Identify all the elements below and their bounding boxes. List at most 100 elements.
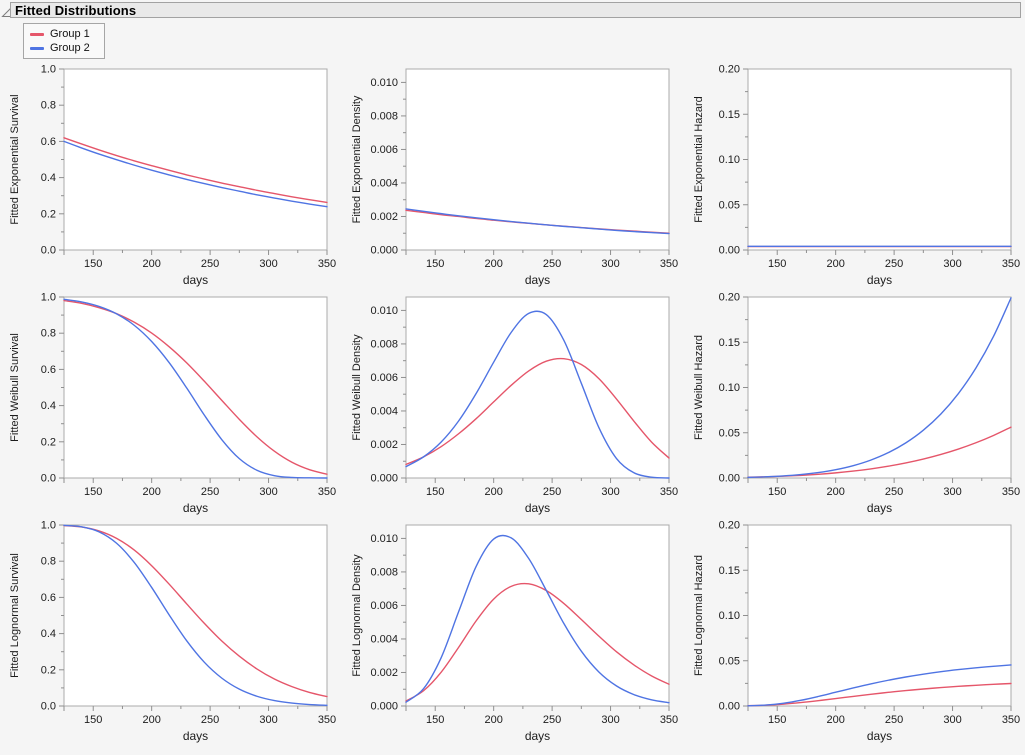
- fitted-lognormal-density-y-tick-label: 0.006: [370, 600, 398, 612]
- fitted-exponential-density-y-tick-label: 0.010: [370, 77, 398, 89]
- legend-label-group2: Group 2: [50, 42, 90, 54]
- fitted-weibull-survival-y-tick-label: 0.4: [41, 400, 56, 412]
- plot-fitted-exponential-survival: 0.00.20.40.60.81.0150200250300350Fitted …: [0, 62, 342, 290]
- fitted-weibull-hazard-y-axis-label: Fitted Weibull Hazard: [693, 335, 705, 440]
- fitted-weibull-hazard-y-tick-label: 0.20: [719, 292, 740, 304]
- fitted-weibull-survival-x-tick-label: 300: [259, 486, 277, 498]
- page-title: Fitted Distributions: [15, 3, 136, 18]
- fitted-exponential-density-x-tick-label: 350: [660, 258, 678, 270]
- fitted-weibull-density-y-tick-label: 0.006: [370, 372, 398, 384]
- fitted-exponential-survival-x-tick-label: 150: [84, 258, 102, 270]
- fitted-lognormal-hazard-x-tick-label: 200: [826, 714, 844, 726]
- fitted-weibull-hazard-y-tick-label: 0.10: [719, 382, 740, 394]
- fitted-weibull-survival-y-tick-label: 0.8: [41, 328, 56, 340]
- fitted-exponential-density-y-tick-label: 0.000: [370, 245, 398, 257]
- fitted-weibull-hazard-x-tick-label: 350: [1002, 486, 1020, 498]
- fitted-weibull-survival-x-tick-label: 350: [318, 486, 336, 498]
- fitted-lognormal-hazard-x-axis-label: days: [867, 729, 892, 743]
- fitted-weibull-density-x-tick-label: 250: [543, 486, 561, 498]
- fitted-weibull-hazard-canvas: 0.000.050.100.150.20150200250300350Fitte…: [684, 290, 1025, 518]
- fitted-exponential-hazard-x-tick-label: 350: [1002, 258, 1020, 270]
- fitted-exponential-hazard-y-tick-label: 0.05: [719, 199, 740, 211]
- fitted-exponential-survival-y-tick-label: 1.0: [41, 64, 56, 76]
- fitted-exponential-survival-x-tick-label: 250: [201, 258, 219, 270]
- fitted-exponential-density-x-tick-label: 250: [543, 258, 561, 270]
- fitted-weibull-hazard-y-tick-label: 0.05: [719, 427, 740, 439]
- fitted-exponential-hazard-canvas: 0.000.050.100.150.20150200250300350Fitte…: [684, 62, 1025, 290]
- fitted-weibull-density-y-tick-label: 0.010: [370, 305, 398, 317]
- fitted-exponential-hazard-x-tick-label: 150: [768, 258, 786, 270]
- fitted-weibull-hazard-y-tick-label: 0.00: [719, 473, 740, 485]
- fitted-lognormal-survival-x-tick-label: 300: [259, 714, 277, 726]
- fitted-lognormal-density-canvas: 0.0000.0020.0040.0060.0080.0101502002503…: [342, 518, 684, 746]
- fitted-lognormal-density-y-tick-label: 0.008: [370, 566, 398, 578]
- fitted-weibull-density-y-tick-label: 0.000: [370, 473, 398, 485]
- fitted-weibull-hazard-x-axis-label: days: [867, 501, 892, 515]
- fitted-weibull-density-x-tick-label: 200: [484, 486, 502, 498]
- legend-item-group1[interactable]: Group 1: [30, 27, 100, 41]
- fitted-lognormal-density-y-tick-label: 0.004: [370, 633, 398, 645]
- fitted-exponential-density-y-tick-label: 0.002: [370, 211, 398, 223]
- plot-fitted-exponential-hazard: 0.000.050.100.150.20150200250300350Fitte…: [684, 62, 1025, 290]
- fitted-weibull-hazard-x-tick-label: 300: [943, 486, 961, 498]
- fitted-weibull-density-x-tick-label: 350: [660, 486, 678, 498]
- fitted-lognormal-survival-x-tick-label: 200: [142, 714, 160, 726]
- fitted-exponential-survival-x-axis-label: days: [183, 273, 208, 287]
- fitted-exponential-survival-x-tick-label: 350: [318, 258, 336, 270]
- fitted-lognormal-hazard-x-tick-label: 350: [1002, 714, 1020, 726]
- fitted-lognormal-hazard-x-tick-label: 300: [943, 714, 961, 726]
- fitted-lognormal-survival-x-tick-label: 350: [318, 714, 336, 726]
- fitted-exponential-density-canvas: 0.0000.0020.0040.0060.0080.0101502002503…: [342, 62, 684, 290]
- fitted-lognormal-density-y-tick-label: 0.000: [370, 701, 398, 713]
- fitted-exponential-survival-y-axis-label: Fitted Exponential Survival: [9, 94, 21, 224]
- fitted-exponential-density-y-tick-label: 0.006: [370, 144, 398, 156]
- fitted-lognormal-survival-canvas: 0.00.20.40.60.81.0150200250300350Fitted …: [0, 518, 342, 746]
- fitted-lognormal-hazard-y-tick-label: 0.20: [719, 520, 740, 532]
- fitted-weibull-hazard-x-tick-label: 200: [826, 486, 844, 498]
- legend-item-group2[interactable]: Group 2: [30, 41, 100, 55]
- fitted-weibull-survival-x-axis-label: days: [183, 501, 208, 515]
- fitted-exponential-hazard-y-axis-label: Fitted Exponential Hazard: [693, 96, 705, 223]
- fitted-weibull-hazard-y-tick-label: 0.15: [719, 337, 740, 349]
- plot-fitted-weibull-hazard: 0.000.050.100.150.20150200250300350Fitte…: [684, 290, 1025, 518]
- group1-line-swatch: [30, 33, 44, 36]
- fitted-exponential-hazard-y-tick-label: 0.10: [719, 154, 740, 166]
- fitted-exponential-density-x-tick-label: 200: [484, 258, 502, 270]
- report-window: Fitted Distributions Group 1 Group 2 0.0…: [0, 0, 1025, 755]
- fitted-weibull-density-x-tick-label: 300: [601, 486, 619, 498]
- fitted-exponential-density-x-axis-label: days: [525, 273, 550, 287]
- outline-header[interactable]: Fitted Distributions: [10, 2, 1021, 18]
- fitted-weibull-hazard-x-tick-label: 250: [885, 486, 903, 498]
- fitted-weibull-survival-y-axis-label: Fitted Weibull Survival: [9, 333, 21, 442]
- fitted-exponential-density-y-tick-label: 0.008: [370, 110, 398, 122]
- fitted-lognormal-density-y-tick-label: 0.002: [370, 667, 398, 679]
- fitted-exponential-survival-y-tick-label: 0.0: [41, 245, 56, 257]
- fitted-lognormal-density-x-tick-label: 250: [543, 714, 561, 726]
- fitted-lognormal-hazard-y-tick-label: 0.10: [719, 610, 740, 622]
- fitted-exponential-density-y-axis-label: Fitted Exponential Density: [351, 95, 363, 223]
- fitted-weibull-density-y-tick-label: 0.004: [370, 405, 398, 417]
- fitted-weibull-survival-y-tick-label: 0.6: [41, 364, 56, 376]
- plot-fitted-lognormal-hazard: 0.000.050.100.150.20150200250300350Fitte…: [684, 518, 1025, 746]
- plot-fitted-weibull-survival: 0.00.20.40.60.81.0150200250300350Fitted …: [0, 290, 342, 518]
- plot-fitted-weibull-density: 0.0000.0020.0040.0060.0080.0101502002503…: [342, 290, 684, 518]
- fitted-exponential-hazard-x-tick-label: 200: [826, 258, 844, 270]
- fitted-weibull-density-y-tick-label: 0.002: [370, 439, 398, 451]
- fitted-exponential-hazard-x-tick-label: 250: [885, 258, 903, 270]
- fitted-lognormal-survival-x-tick-label: 150: [84, 714, 102, 726]
- fitted-weibull-survival-x-tick-label: 200: [142, 486, 160, 498]
- fitted-exponential-hazard-y-tick-label: 0.15: [719, 109, 740, 121]
- fitted-lognormal-hazard-y-axis-label: Fitted Lognormal Hazard: [693, 555, 705, 676]
- fitted-lognormal-density-x-tick-label: 150: [426, 714, 444, 726]
- fitted-weibull-survival-canvas: 0.00.20.40.60.81.0150200250300350Fitted …: [0, 290, 342, 518]
- fitted-exponential-density-x-tick-label: 300: [601, 258, 619, 270]
- fitted-lognormal-survival-y-tick-label: 0.0: [41, 701, 56, 713]
- fitted-exponential-survival-y-tick-label: 0.6: [41, 136, 56, 148]
- legend-label-group1: Group 1: [50, 28, 90, 40]
- group2-line-swatch: [30, 47, 44, 50]
- fitted-lognormal-density-x-tick-label: 300: [601, 714, 619, 726]
- plot-fitted-lognormal-density: 0.0000.0020.0040.0060.0080.0101502002503…: [342, 518, 684, 746]
- fitted-lognormal-survival-y-tick-label: 0.8: [41, 556, 56, 568]
- fitted-lognormal-survival-x-tick-label: 250: [201, 714, 219, 726]
- fitted-lognormal-density-x-axis-label: days: [525, 729, 550, 743]
